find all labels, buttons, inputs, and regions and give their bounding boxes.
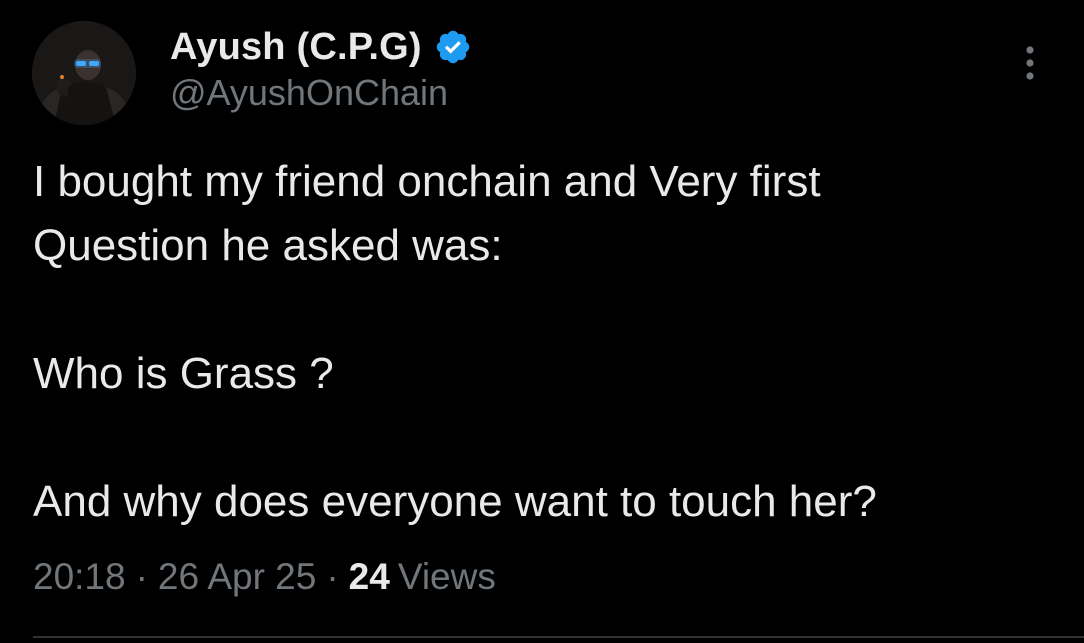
tweet-meta: 20:18 · 26 Apr 25 · 24 Views [33, 556, 496, 598]
meta-separator: · [326, 556, 339, 597]
author-name-row: Ayush (C.P.G) [170, 22, 472, 72]
tweet-text: I bought my friend onchain and Very firs… [33, 157, 877, 526]
more-vertical-icon [1026, 46, 1034, 80]
author-handle[interactable]: @AyushOnChain [170, 72, 448, 114]
views-label[interactable]: Views [398, 556, 496, 598]
tweet-date[interactable]: 26 Apr 25 [158, 556, 316, 598]
more-options-button[interactable] [1010, 40, 1050, 86]
avatar[interactable] [32, 21, 136, 125]
divider [33, 636, 1084, 638]
avatar-image [32, 21, 136, 125]
display-name[interactable]: Ayush (C.P.G) [170, 26, 422, 69]
views-count[interactable]: 24 [349, 556, 390, 598]
meta-separator: · [135, 556, 148, 597]
verified-badge-icon [434, 28, 472, 66]
tweet-time[interactable]: 20:18 [33, 556, 126, 598]
tweet-card: Ayush (C.P.G) @AyushOnChain I bought my … [0, 0, 1084, 643]
